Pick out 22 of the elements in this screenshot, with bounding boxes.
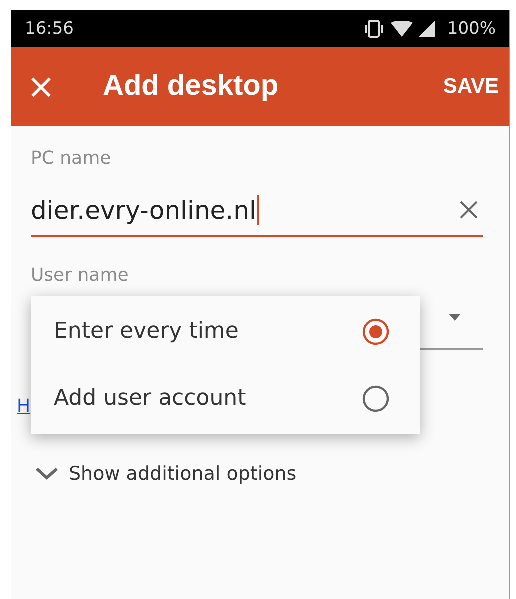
link[interactable]: H — [17, 396, 31, 417]
pc-name-field[interactable]: dier.evry-online.nl — [31, 185, 483, 237]
radio-button[interactable] — [362, 384, 390, 412]
close-button[interactable]: × — [27, 70, 83, 104]
radio-button[interactable] — [362, 318, 390, 346]
wifi-icon — [391, 20, 414, 36]
menu-item[interactable]: Enter every time — [31, 298, 420, 365]
clock: 16:56 — [25, 18, 74, 38]
dropdown-arrow-icon — [449, 314, 461, 320]
vibrate-icon — [363, 20, 386, 38]
chevron-icon — [35, 467, 59, 481]
screen-title: Add desktop — [103, 70, 280, 103]
show-options-button[interactable]: Show additional options — [35, 463, 297, 485]
battery-level: 100% — [447, 18, 496, 38]
field-label: User name — [31, 265, 130, 286]
menu-item[interactable]: Add user account — [31, 365, 420, 432]
clear-icon[interactable] — [459, 200, 479, 220]
signal-icon — [419, 20, 436, 36]
menu-item-label: Add user account — [54, 386, 246, 411]
menu-item-label: Enter every time — [54, 319, 239, 344]
save-button[interactable]: SAVE — [443, 74, 499, 98]
field-label: PC name — [31, 148, 112, 169]
